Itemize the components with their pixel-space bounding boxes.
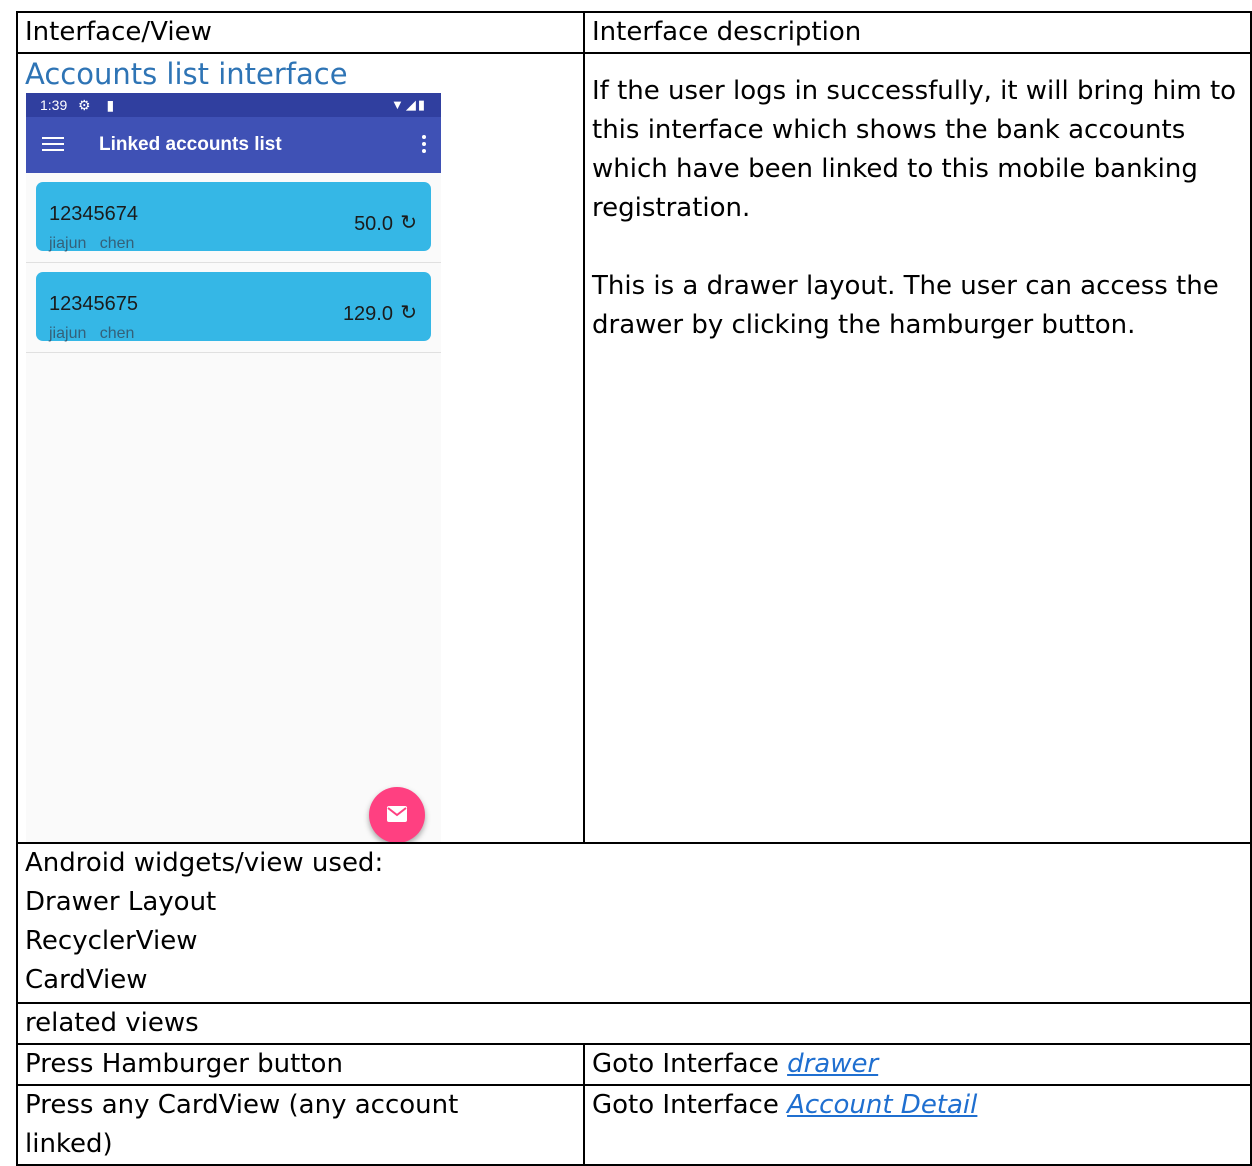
account-card[interactable]: 12345674 jiajun chen 50.0 ↻: [36, 182, 431, 252]
header-interface-description: Interface description: [583, 11, 1252, 54]
account-detail-link[interactable]: Account Detail: [787, 1090, 977, 1120]
account-holder: jiajun chen: [49, 314, 134, 353]
description-cell: If the user logs in successfully, it wil…: [583, 52, 1252, 844]
mockup-cell: Accounts list interface 1:39 ⚙ ▮ ▼◢▮ Lin…: [16, 52, 585, 844]
account-balance: 129.0: [342, 303, 393, 325]
list-item: 12345675 jiajun chen 129.0 ↻: [26, 263, 441, 353]
description-paragraph: This is a drawer layout. The user can ac…: [592, 271, 1219, 340]
related-action: Press Hamburger button: [16, 1043, 585, 1086]
phone-frame: 1:39 ⚙ ▮ ▼◢▮ Linked accounts list 123456…: [25, 93, 445, 842]
status-notification-icons: ⚙ ▮: [78, 97, 121, 113]
widgets-cell: Android widgets/view used: Drawer Layout…: [16, 842, 1252, 1004]
related-views-label: related views: [16, 1002, 1252, 1045]
status-bar: 1:39 ⚙ ▮ ▼◢▮: [26, 93, 441, 117]
app-bar: Linked accounts list: [26, 117, 441, 173]
account-last-name: chen: [99, 235, 135, 252]
drawer-link[interactable]: drawer: [787, 1049, 878, 1079]
app-bar-title: Linked accounts list: [99, 134, 282, 155]
status-time: 1:39: [40, 97, 68, 113]
account-holder: jiajun chen: [49, 224, 134, 263]
refresh-icon[interactable]: ↻: [400, 294, 417, 333]
account-balance: 50.0: [354, 213, 393, 235]
table-header-row: Interface/View Interface description: [16, 11, 1252, 54]
related-views-header-row: related views: [16, 1002, 1252, 1045]
widgets-label: Android widgets/view used:: [25, 848, 384, 878]
widget-item: CardView: [25, 965, 148, 995]
refresh-icon[interactable]: ↻: [400, 204, 417, 243]
description-paragraph: If the user logs in successfully, it wil…: [592, 76, 1237, 223]
related-target: Goto Interface Account Detail: [583, 1084, 1252, 1166]
more-vert-icon[interactable]: [421, 135, 427, 156]
account-first-name: jiajun: [49, 235, 87, 252]
email-icon: [387, 806, 407, 822]
related-view-row: Press any CardView (any account linked) …: [16, 1084, 1252, 1166]
email-fab-button[interactable]: [369, 787, 425, 842]
related-target-prefix: Goto Interface: [592, 1090, 788, 1120]
section-title: Accounts list interface: [25, 57, 348, 91]
widget-item: RecyclerView: [25, 926, 198, 956]
related-target-prefix: Goto Interface: [592, 1049, 788, 1079]
status-signal-battery-icons: ▼◢▮: [390, 97, 427, 112]
related-action: Press any CardView (any account linked): [16, 1084, 585, 1166]
interface-doc-table: Interface/View Interface description Acc…: [16, 11, 1252, 1166]
hamburger-icon[interactable]: [42, 133, 64, 155]
account-last-name: chen: [99, 325, 135, 342]
related-target: Goto Interface drawer: [583, 1043, 1252, 1086]
accounts-recycler-view: 12345674 jiajun chen 50.0 ↻ 12345675 jia…: [26, 173, 441, 353]
header-interface-view: Interface/View: [16, 11, 585, 54]
related-view-row: Press Hamburger button Goto Interface dr…: [16, 1043, 1252, 1086]
phone-screenshot: 1:39 ⚙ ▮ ▼◢▮ Linked accounts list 123456…: [26, 93, 441, 842]
account-first-name: jiajun: [49, 325, 87, 342]
interface-row: Accounts list interface 1:39 ⚙ ▮ ▼◢▮ Lin…: [16, 52, 1252, 844]
widgets-row: Android widgets/view used: Drawer Layout…: [16, 842, 1252, 1004]
list-item: 12345674 jiajun chen 50.0 ↻: [26, 173, 441, 263]
widget-item: Drawer Layout: [25, 887, 217, 917]
account-card[interactable]: 12345675 jiajun chen 129.0 ↻: [36, 272, 431, 342]
